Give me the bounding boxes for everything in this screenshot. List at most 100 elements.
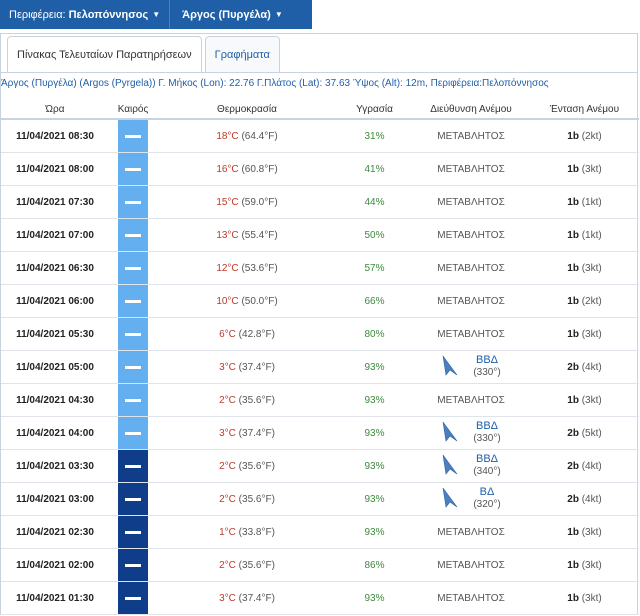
header-temperature: Θερμοκρασία [157, 100, 337, 120]
temp-celsius: 10°C [216, 295, 239, 307]
station-value: Άργος (Πυργέλα) [182, 8, 271, 21]
temp-fahrenheit: (59.0°F) [241, 196, 278, 208]
humidity-cell: 44% [337, 185, 412, 219]
obs-time: 11/04/2021 05:00 [1, 350, 109, 384]
weather-cell [109, 350, 157, 384]
wind-direction-cell: ΜΕΤΑΒΛΗΤΟΣ [412, 152, 530, 186]
wind-direction-degrees: (320°) [473, 498, 501, 510]
wind-speed-cell: 1b (3kt) [530, 515, 639, 549]
wind-direction-cell: ΜΕΤΑΒΛΗΤΟΣ [412, 581, 530, 615]
table-header-row: Ώρα Καιρός Θερμοκρασία Υγρασία Διεύθυνση… [1, 100, 639, 120]
temp-celsius: 2°C [219, 394, 236, 406]
wind-arrow-icon [443, 488, 458, 508]
wind-knots: (2kt) [581, 130, 602, 142]
region-dropdown[interactable]: Περιφέρεια: Πελοπόννησος ▼ [0, 0, 169, 29]
wind-direction-cell: ΜΕΤΑΒΛΗΤΟΣ [412, 251, 530, 285]
obs-time: 11/04/2021 06:00 [1, 284, 109, 318]
wind-knots: (3kt) [581, 592, 602, 604]
obs-time: 11/04/2021 08:00 [1, 152, 109, 186]
wind-beaufort: 1b [567, 526, 579, 538]
wind-speed-cell: 1b (1kt) [530, 185, 639, 219]
humidity-cell: 93% [337, 449, 412, 483]
wind-speed-cell: 2b (4kt) [530, 482, 639, 516]
clear-night-icon [118, 582, 148, 614]
obs-time: 11/04/2021 05:30 [1, 317, 109, 351]
temp-celsius: 3°C [219, 427, 236, 439]
wind-beaufort: 1b [567, 229, 579, 241]
temp-fahrenheit: (42.8°F) [238, 328, 275, 340]
humidity-cell: 93% [337, 383, 412, 417]
weather-cell [109, 152, 157, 186]
temp-celsius: 1°C [219, 526, 236, 538]
wind-beaufort: 2b [567, 427, 579, 439]
table-row: 11/04/2021 04:00 3°C (37.4°F) 93% ΒΒΔ (330°)… [1, 416, 639, 450]
temp-fahrenheit: (35.6°F) [238, 493, 275, 505]
temperature-cell: 2°C (35.6°F) [157, 482, 337, 516]
temperature-cell: 3°C (37.4°F) [157, 350, 337, 384]
header-weather: Καιρός [109, 100, 157, 120]
wind-direction-cell: ΒΒΔ (330°) [412, 416, 530, 450]
temperature-cell: 10°C (50.0°F) [157, 284, 337, 318]
weather-cell [109, 317, 157, 351]
table-row: 11/04/2021 07:00 13°C (55.4°F) 50% ΜΕΤΑΒΛΗΤ… [1, 218, 639, 252]
wind-beaufort: 1b [567, 592, 579, 604]
tab-bar: Πίνακας Τελευταίων Παρατηρήσεων Γραφήματ… [7, 34, 283, 72]
wind-direction-abbr: ΒΔ [479, 485, 495, 498]
wind-direction-cell: ΜΕΤΑΒΛΗΤΟΣ [412, 119, 530, 153]
wind-knots: (3kt) [581, 394, 602, 406]
station-dropdown[interactable]: Άργος (Πυργέλα) ▼ [170, 0, 292, 29]
region-value: Πελοπόννησος [68, 8, 149, 21]
temp-celsius: 18°C [216, 130, 239, 142]
wind-arrow-icon [443, 356, 458, 376]
temp-fahrenheit: (33.8°F) [238, 526, 275, 538]
obs-time: 11/04/2021 07:00 [1, 218, 109, 252]
weather-cell [109, 449, 157, 483]
obs-time: 11/04/2021 08:30 [1, 119, 109, 153]
wind-speed-cell: 1b (2kt) [530, 284, 639, 318]
wind-direction-cell: ΜΕΤΑΒΛΗΤΟΣ [412, 383, 530, 417]
wind-direction-abbr: ΒΒΔ [475, 452, 499, 465]
caret-down-icon: ▼ [152, 10, 161, 19]
observations-table: Ώρα Καιρός Θερμοκρασία Υγρασία Διεύθυνση… [1, 100, 639, 615]
temperature-cell: 2°C (35.6°F) [157, 548, 337, 582]
clear-sky-icon [118, 120, 148, 152]
obs-time: 11/04/2021 03:30 [1, 449, 109, 483]
obs-time: 11/04/2021 02:30 [1, 515, 109, 549]
wind-speed-cell: 1b (2kt) [530, 119, 639, 153]
humidity-cell: 93% [337, 416, 412, 450]
temp-fahrenheit: (55.4°F) [241, 229, 278, 241]
humidity-cell: 80% [337, 317, 412, 351]
wind-direction-degrees: (330°) [473, 432, 501, 444]
wind-speed-cell: 2b (5kt) [530, 416, 639, 450]
temp-celsius: 12°C [216, 262, 239, 274]
humidity-cell: 93% [337, 482, 412, 516]
obs-time: 11/04/2021 03:00 [1, 482, 109, 516]
humidity-cell: 50% [337, 218, 412, 252]
wind-speed-cell: 1b (3kt) [530, 317, 639, 351]
humidity-cell: 57% [337, 251, 412, 285]
wind-speed-cell: 1b (1kt) [530, 218, 639, 252]
temp-celsius: 6°C [219, 328, 236, 340]
temp-fahrenheit: (60.8°F) [241, 163, 278, 175]
wind-beaufort: 1b [567, 295, 579, 307]
wind-beaufort: 1b [567, 130, 579, 142]
tab-charts[interactable]: Γραφήματα [204, 36, 280, 72]
obs-time: 11/04/2021 04:00 [1, 416, 109, 450]
observations-panel: Πίνακας Τελευταίων Παρατηρήσεων Γραφήματ… [0, 33, 639, 615]
weather-cell [109, 185, 157, 219]
temperature-cell: 2°C (35.6°F) [157, 449, 337, 483]
temperature-cell: 13°C (55.4°F) [157, 218, 337, 252]
temp-fahrenheit: (37.4°F) [238, 592, 275, 604]
tab-latest-observations[interactable]: Πίνακας Τελευταίων Παρατηρήσεων [7, 36, 202, 72]
temperature-cell: 1°C (33.8°F) [157, 515, 337, 549]
table-row: 11/04/2021 03:00 2°C (35.6°F) 93% ΒΔ (320°) 2… [1, 482, 639, 516]
temperature-cell: 16°C (60.8°F) [157, 152, 337, 186]
table-row: 11/04/2021 02:30 1°C (33.8°F) 93% ΜΕΤΑΒΛΗΤΟ… [1, 515, 639, 549]
wind-direction-cell: ΜΕΤΑΒΛΗΤΟΣ [412, 218, 530, 252]
clear-sky-icon [118, 252, 148, 284]
temp-celsius: 15°C [216, 196, 239, 208]
wind-knots: (3kt) [581, 526, 602, 538]
wind-speed-cell: 1b (3kt) [530, 383, 639, 417]
wind-knots: (1kt) [581, 196, 602, 208]
weather-cell [109, 284, 157, 318]
